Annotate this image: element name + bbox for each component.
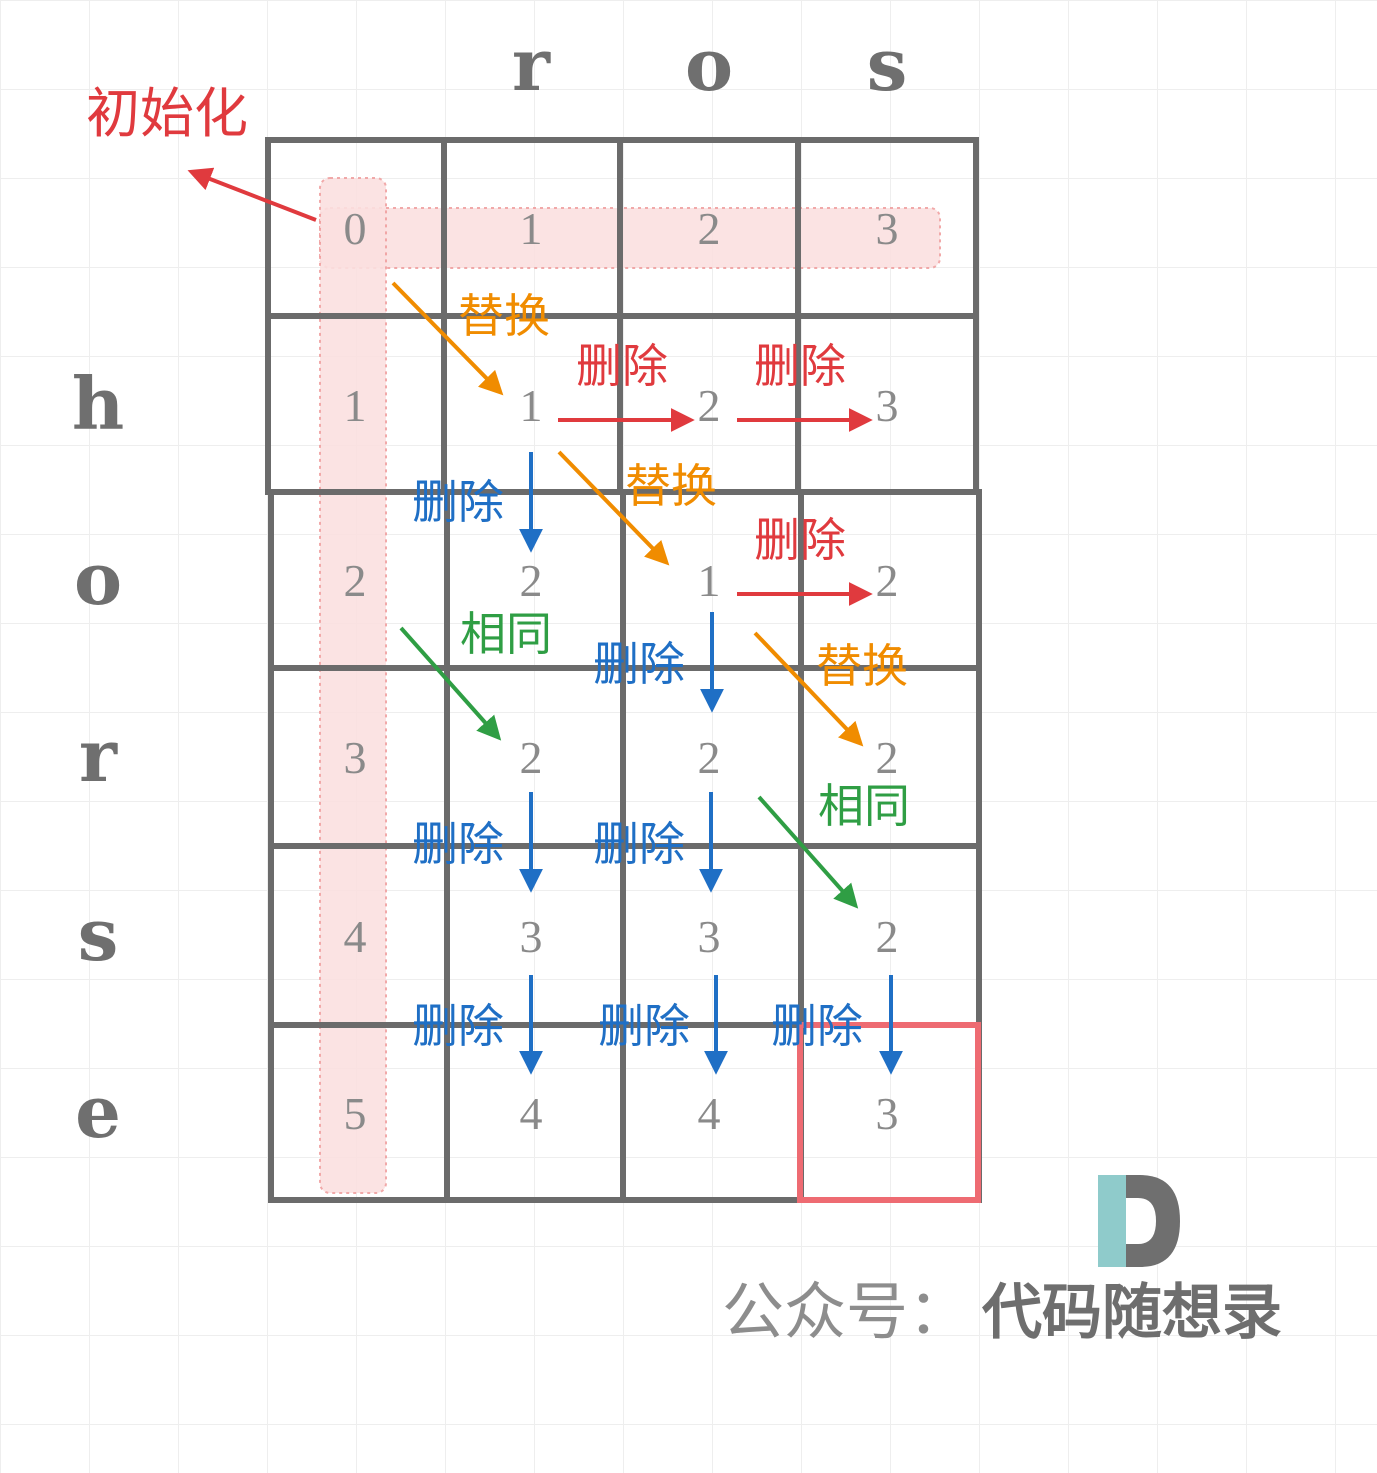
dp-value: 2	[876, 555, 899, 606]
init-label: 初始化	[86, 82, 248, 145]
delete-label: 删除	[598, 999, 690, 1053]
dp-value: 3	[876, 1088, 899, 1139]
dp-value: 2	[876, 911, 899, 962]
dp-value: 2	[520, 555, 543, 606]
dp-value: 1	[520, 380, 543, 431]
dp-value: 1	[344, 380, 367, 431]
dp-value: 4	[344, 911, 367, 962]
dp-value: 4	[520, 1088, 543, 1139]
left-char-r: r	[79, 713, 118, 798]
dp-value: 2	[698, 732, 721, 783]
dp-value: 3	[876, 203, 899, 254]
delete-label: 删除	[754, 513, 846, 567]
dp-value: 2	[520, 732, 543, 783]
left-char-o: o	[74, 536, 122, 621]
left-char-h: h	[72, 361, 124, 446]
dp-value: 3	[698, 911, 721, 962]
init-col-highlight	[319, 177, 387, 1194]
top-char-s: s	[867, 22, 908, 107]
edit-distance-diagram: r o s h o r s e 0 1 2 3 1 1 2 3 2 2 1 2 3 2 2 2 4 3 3 2 5 4 4 3 初始化替换…	[0, 0, 1377, 1473]
dp-value: 5	[344, 1088, 367, 1139]
dp-value: 1	[698, 555, 721, 606]
delete-label: 删除	[412, 475, 504, 529]
watermark-prefix: 公众号：	[722, 1275, 970, 1348]
delete-label: 删除	[771, 999, 863, 1053]
delete-label: 删除	[412, 999, 504, 1053]
logo-bar	[1098, 1175, 1126, 1267]
delete-label: 删除	[754, 339, 846, 393]
dp-value: 3	[876, 380, 899, 431]
init-row-highlight	[319, 207, 941, 269]
delete-label: 删除	[412, 817, 504, 871]
dp-value: 2	[698, 380, 721, 431]
top-char-r: r	[512, 22, 551, 107]
replace-label: 替换	[458, 289, 550, 343]
delete-label: 删除	[593, 817, 685, 871]
same-label: 相同	[460, 607, 552, 661]
dp-value: 1	[520, 203, 543, 254]
dp-value: 2	[344, 555, 367, 606]
dp-value: 0	[344, 203, 367, 254]
left-char-e: e	[75, 1069, 121, 1154]
replace-label: 替换	[625, 459, 717, 513]
replace-label: 替换	[816, 639, 908, 693]
dp-value: 3	[344, 732, 367, 783]
watermark-name: 代码随想录	[981, 1278, 1282, 1348]
delete-label: 删除	[576, 339, 668, 393]
same-label: 相同	[818, 779, 910, 833]
dp-value: 2	[876, 732, 899, 783]
top-char-o: o	[685, 22, 733, 107]
delete-label: 删除	[593, 637, 685, 691]
dp-value: 3	[520, 911, 543, 962]
dp-value: 4	[698, 1088, 721, 1139]
dp-value: 2	[698, 203, 721, 254]
left-char-s: s	[78, 892, 119, 977]
